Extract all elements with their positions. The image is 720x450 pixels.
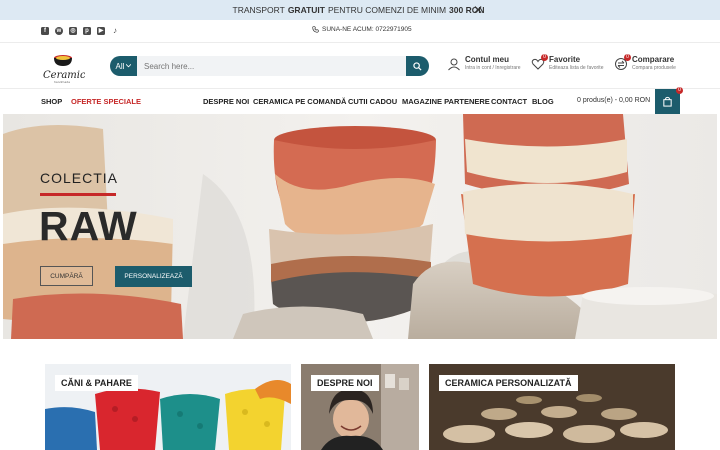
nav-shop[interactable]: SHOP <box>41 97 62 106</box>
nav-contact[interactable]: CONTACT <box>491 97 527 106</box>
compare-link[interactable]: 0 Comparare Compara produsele <box>614 54 676 71</box>
pinterest-icon[interactable]: p <box>83 27 91 35</box>
chevron-down-icon <box>126 64 132 68</box>
phone-contact[interactable]: SUNA-NE ACUM: 0722971905 <box>312 26 412 33</box>
compare-subtitle: Compara produsele <box>632 65 676 71</box>
nav-blog[interactable]: BLOG <box>532 97 554 106</box>
phone-text: SUNA-NE ACUM: 0722971905 <box>322 26 412 33</box>
compare-count: 0 <box>624 54 631 61</box>
account-link[interactable]: Contul meu Intra in cont / Inregistrare <box>447 55 521 71</box>
search-input[interactable] <box>137 56 406 76</box>
nav-about[interactable]: DESPRE NOI <box>203 97 249 106</box>
account-title: Contul meu <box>465 55 509 64</box>
close-icon[interactable]: ✕ <box>473 4 483 16</box>
search-icon <box>413 61 422 71</box>
search-scope-select[interactable]: All <box>110 56 137 76</box>
account-subtitle: Intra in cont / Inregistrare <box>465 65 521 71</box>
hero-subtitle: COLECTIA <box>40 170 119 186</box>
nav-custom-ceramics[interactable]: CERAMICA PE COMANDĂ <box>253 97 346 106</box>
favorites-link[interactable]: 0 Favorite Editeaza lista de favorite <box>531 54 604 71</box>
instagram-icon[interactable]: ◎ <box>69 27 77 35</box>
whatsapp-icon[interactable]: w <box>55 27 63 35</box>
category-card-cups[interactable]: CĂNI & PAHARE <box>45 364 291 450</box>
tiktok-icon[interactable]: ♪ <box>111 27 119 35</box>
promo-bold: GRATUIT <box>287 5 325 15</box>
buy-button[interactable]: CUMPĂRĂ <box>40 266 93 286</box>
hero-divider <box>40 193 116 196</box>
personalize-button[interactable]: PERSONALIZEAZĂ <box>115 266 192 287</box>
social-links: f w ◎ p ▶ ♪ <box>41 27 119 35</box>
top-bar: f w ◎ p ▶ ♪ SUNA-NE ACUM: 0722971905 <box>0 20 720 43</box>
cart-button[interactable]: 0 <box>655 87 683 114</box>
hero-title: RAW <box>39 203 138 249</box>
promo-bar: TRANSPORT GRATUIT PENTRU COMENZI DE MINI… <box>0 0 720 20</box>
svg-text:handmade: handmade <box>54 80 70 84</box>
facebook-icon[interactable]: f <box>41 27 49 35</box>
favorites-subtitle: Editeaza lista de favorite <box>549 65 604 71</box>
search-button[interactable] <box>406 56 429 76</box>
youtube-icon[interactable]: ▶ <box>97 27 105 35</box>
cart-count: 0 <box>676 87 683 94</box>
shopping-bag-icon <box>663 96 672 107</box>
category-card-custom[interactable]: CERAMICA PERSONALIZATĂ <box>429 364 675 450</box>
compare-title: Comparare <box>632 55 675 64</box>
compare-icon: 0 <box>614 54 631 71</box>
search-scope-label: All <box>115 61 125 71</box>
promo-text: TRANSPORT <box>232 5 285 15</box>
nav-partner-stores[interactable]: MAGAZINE PARTENERE <box>402 97 490 106</box>
promo-middle: PENTRU COMENZI DE MINIM <box>327 5 447 15</box>
site-header: Ceramical handmade All Contul meu Intra … <box>0 43 720 89</box>
user-icon <box>447 57 461 71</box>
category-card-about[interactable]: DESPRE NOI <box>301 364 419 450</box>
nav-gift-boxes[interactable]: CUTII CADOU <box>348 97 397 106</box>
category-label-custom: CERAMICA PERSONALIZATĂ <box>439 375 578 391</box>
favorites-count: 0 <box>541 54 548 61</box>
favorites-title: Favorite <box>549 55 581 64</box>
cart-summary[interactable]: 0 produs(e) - 0,00 RON <box>577 97 650 104</box>
logo[interactable]: Ceramical handmade <box>41 49 95 85</box>
category-label-cups: CĂNI & PAHARE <box>55 375 138 391</box>
main-nav: SHOP OFERTE SPECIALE DESPRE NOI CERAMICA… <box>0 87 720 114</box>
search-bar: All <box>110 56 429 76</box>
heart-icon: 0 <box>531 54 548 71</box>
nav-special-offers[interactable]: OFERTE SPECIALE <box>71 97 141 106</box>
phone-icon <box>312 26 319 33</box>
category-label-about: DESPRE NOI <box>311 375 379 391</box>
